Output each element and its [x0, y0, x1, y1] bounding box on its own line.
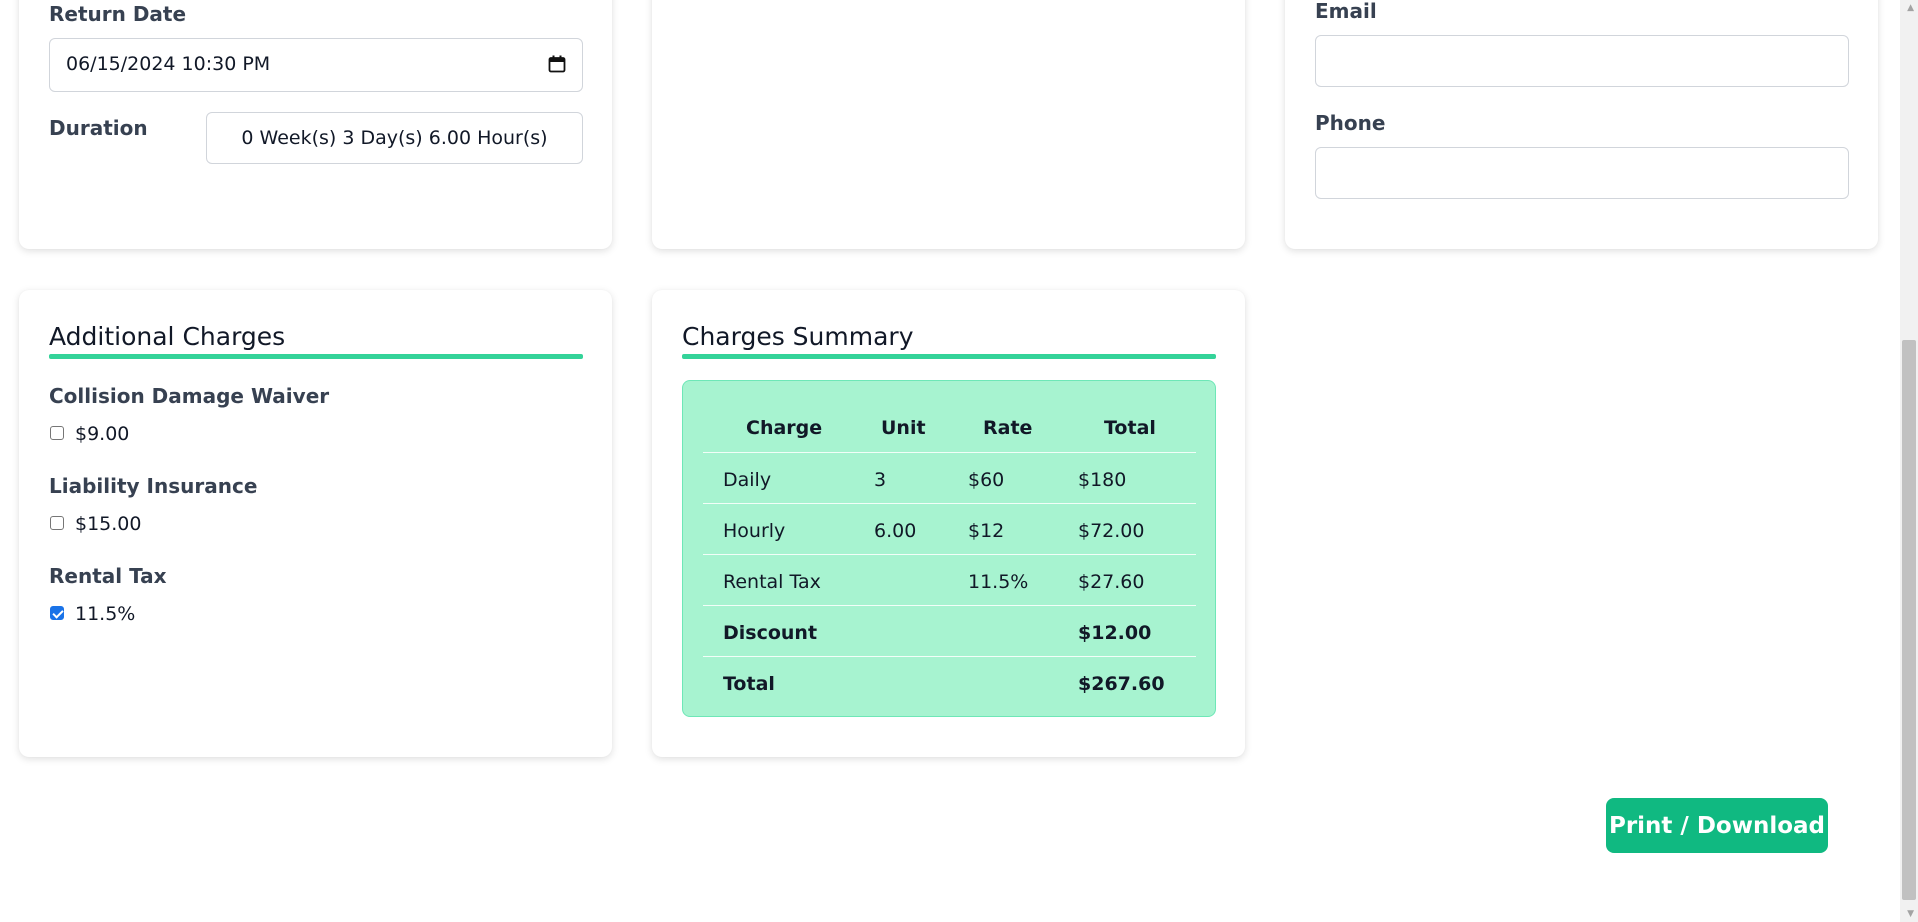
- row-discount-charge: Discount: [723, 622, 818, 644]
- email-field[interactable]: [1315, 35, 1849, 87]
- cdw-checkbox[interactable]: [50, 426, 64, 440]
- row-discount-total: $12.00: [1078, 622, 1152, 644]
- row-tax-total: $27.60: [1078, 571, 1145, 593]
- duration-label: Duration: [49, 116, 148, 140]
- scrollbar-thumb[interactable]: [1902, 340, 1916, 900]
- row-hourly-total: $72.00: [1078, 520, 1145, 542]
- calendar-icon[interactable]: [548, 55, 566, 73]
- return-date-input[interactable]: 06/15/2024 10:30 PM: [49, 38, 583, 92]
- row-daily-charge: Daily: [723, 469, 772, 491]
- middle-card: [652, 0, 1245, 249]
- row-divider: [703, 605, 1196, 606]
- header-unit: Unit: [881, 417, 926, 439]
- section-divider: [682, 354, 1216, 359]
- scroll-up-icon[interactable]: ▲: [1907, 3, 1914, 13]
- email-label: Email: [1315, 0, 1377, 23]
- cdw-option: $9.00: [75, 423, 130, 445]
- liability-option: $15.00: [75, 513, 142, 535]
- row-daily-total: $180: [1078, 469, 1127, 491]
- duration-value: 0 Week(s) 3 Day(s) 6.00 Hour(s): [241, 127, 548, 149]
- liability-checkbox[interactable]: [50, 516, 64, 530]
- rental-tax-option: 11.5%: [75, 603, 136, 625]
- additional-charges-card: Additional Charges Collision Damage Waiv…: [19, 290, 612, 757]
- duration-field: 0 Week(s) 3 Day(s) 6.00 Hour(s): [206, 112, 583, 164]
- liability-label: Liability Insurance: [49, 474, 258, 498]
- row-hourly-unit: 6.00: [874, 520, 917, 542]
- rental-tax-checkbox[interactable]: [50, 606, 64, 620]
- scroll-down-icon[interactable]: ▼: [1907, 909, 1914, 919]
- row-daily-unit: 3: [874, 469, 887, 491]
- return-date-value: 06/15/2024 10:30 PM: [66, 53, 271, 75]
- row-total-total: $267.60: [1078, 673, 1165, 695]
- row-divider: [703, 452, 1196, 453]
- return-date-label: Return Date: [49, 2, 187, 26]
- cdw-label: Collision Damage Waiver: [49, 384, 330, 408]
- row-total-charge: Total: [723, 673, 775, 695]
- additional-charges-title: Additional Charges: [49, 322, 286, 351]
- phone-label: Phone: [1315, 111, 1386, 135]
- section-divider: [49, 354, 583, 359]
- rental-tax-label: Rental Tax: [49, 564, 167, 588]
- charges-summary-card: Charges Summary Charge Unit Rate Total D…: [652, 290, 1245, 757]
- contact-card: Email Phone: [1285, 0, 1878, 249]
- row-hourly-charge: Hourly: [723, 520, 786, 542]
- header-total: Total: [1104, 417, 1156, 439]
- print-download-button[interactable]: Print / Download: [1606, 798, 1828, 853]
- row-tax-charge: Rental Tax: [723, 571, 821, 593]
- row-divider: [703, 656, 1196, 657]
- header-rate: Rate: [983, 417, 1033, 439]
- page-scrollbar[interactable]: ▲ ▼: [1900, 0, 1918, 922]
- row-tax-rate: 11.5%: [968, 571, 1029, 593]
- rental-details-card: Return Date 06/15/2024 10:30 PM Duration…: [19, 0, 612, 249]
- header-charge: Charge: [746, 417, 823, 439]
- summary-table: Charge Unit Rate Total Daily 3 $60 $180 …: [682, 380, 1216, 717]
- row-hourly-rate: $12: [968, 520, 1005, 542]
- row-divider: [703, 554, 1196, 555]
- phone-field[interactable]: [1315, 147, 1849, 199]
- row-divider: [703, 503, 1196, 504]
- row-daily-rate: $60: [968, 469, 1005, 491]
- charges-summary-title: Charges Summary: [682, 322, 914, 351]
